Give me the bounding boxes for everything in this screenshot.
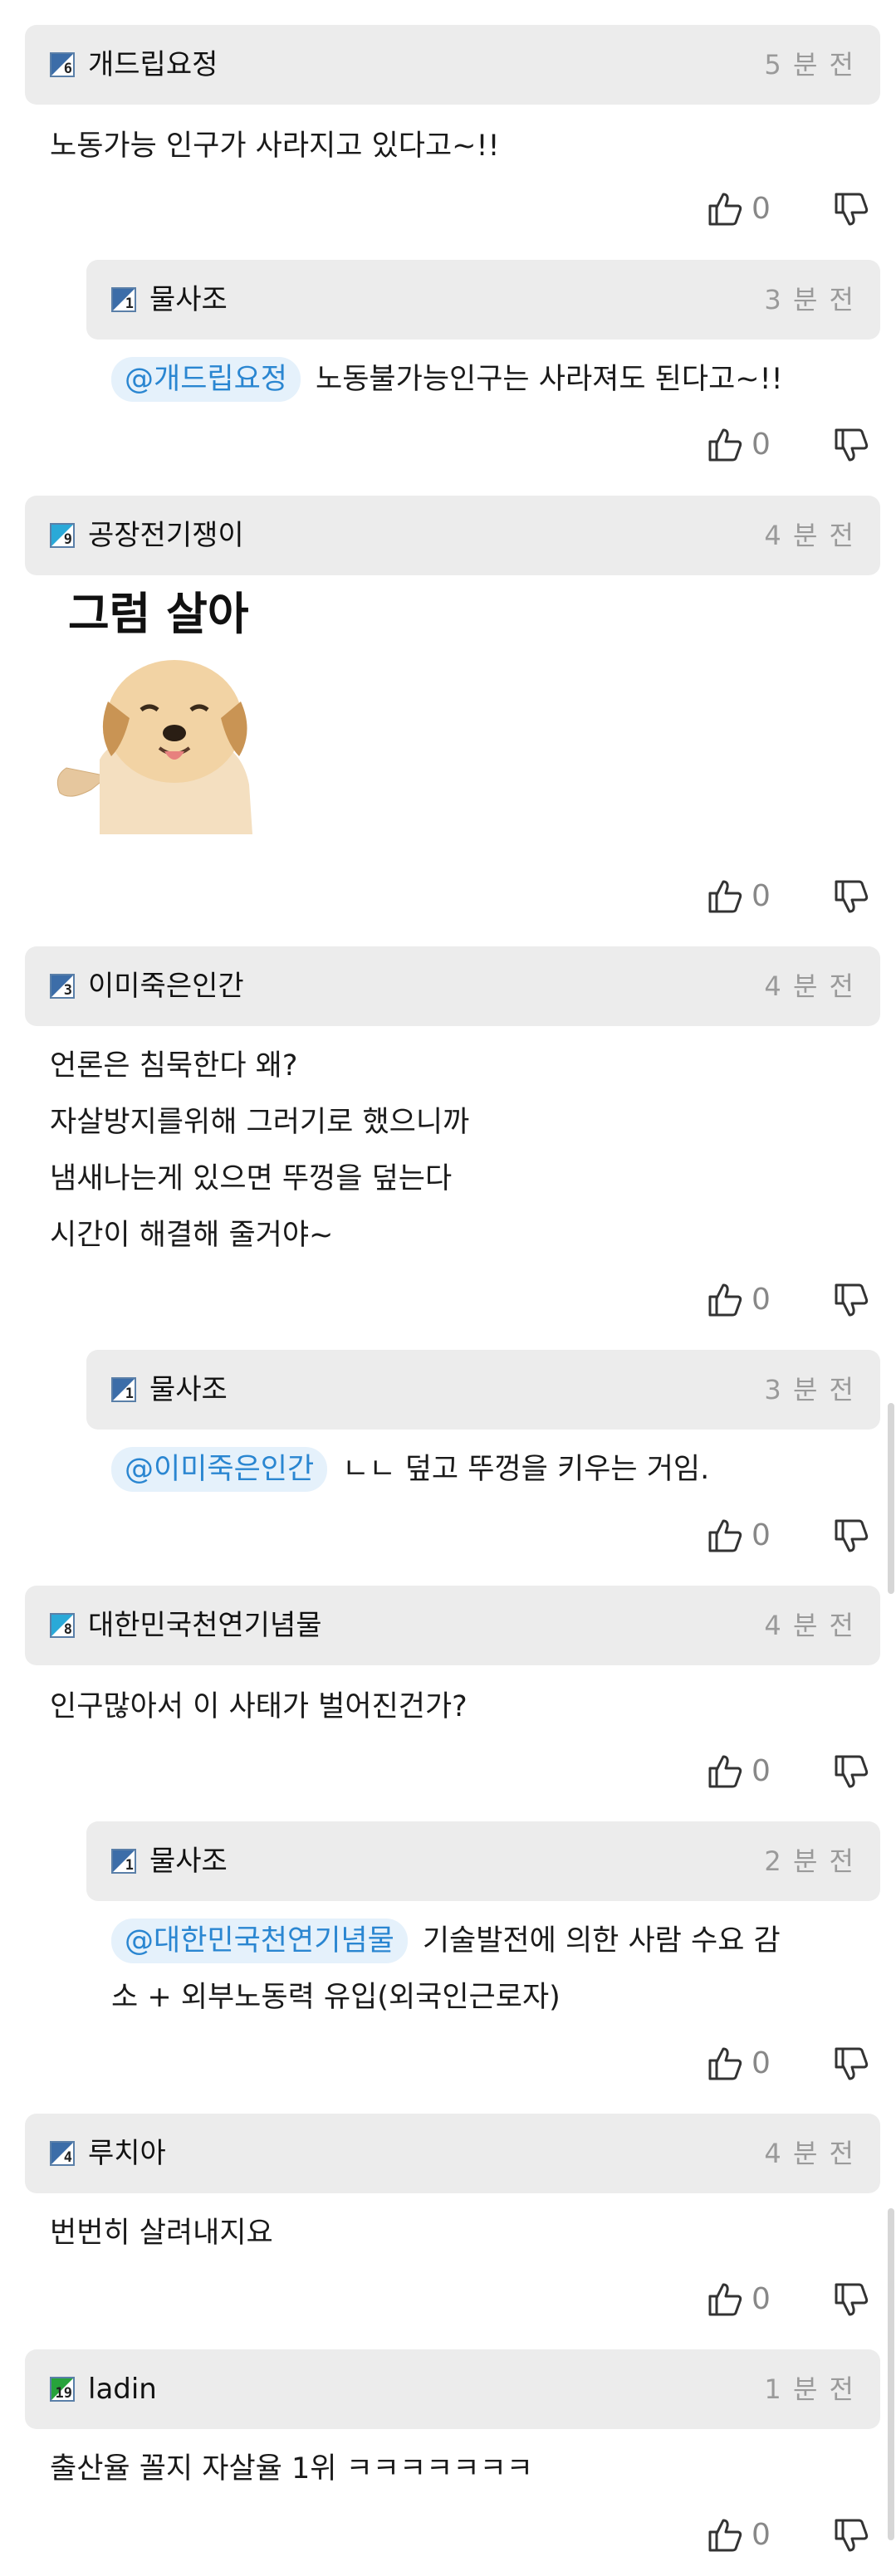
puppy-icon	[56, 660, 252, 834]
scrollbar[interactable]	[888, 1403, 894, 1594]
comment-line: 시간이 해결해 줄거야~	[50, 1219, 334, 1252]
comment-text: 출산율 꼴지 자살율 1위 ㅋㅋㅋㅋㅋㅋㅋ	[50, 2452, 533, 2486]
level-badge-icon: 19	[50, 2377, 75, 2402]
comment-time: 3 분 전	[764, 1374, 855, 1405]
comment-time: 4 분 전	[764, 2138, 855, 2169]
reply-body-continued: 소 + 외부노동력 유입(외국인근로자)	[111, 1981, 561, 2014]
sticker-caption: 그럼 살아	[68, 588, 249, 640]
author-name[interactable]: 물사조	[149, 278, 228, 321]
vote-bar: 0	[705, 872, 871, 921]
comment-header: 6 개드립요정 5 분 전	[25, 25, 880, 105]
author-name[interactable]: ladin	[88, 2368, 157, 2411]
author-name[interactable]: 물사조	[149, 1368, 228, 1411]
like-count: 0	[752, 2282, 771, 2316]
author-name[interactable]: 루치아	[88, 2132, 166, 2175]
mention-tag[interactable]: @개드립요정	[111, 357, 301, 402]
comment-text: 노동가능 인구가 사라지고 있다고~!!	[50, 130, 500, 163]
like-count: 0	[752, 2518, 771, 2552]
like-count: 0	[752, 1283, 771, 1317]
like-count: 0	[752, 428, 771, 462]
thumbs-down-icon[interactable]	[831, 1280, 871, 1320]
dog-sticker-image: 그럼 살아	[50, 585, 299, 834]
thumbs-up-icon[interactable]	[705, 1752, 745, 1791]
level-badge-icon: 8	[50, 1613, 75, 1638]
vote-bar: 0	[705, 2039, 871, 2089]
comment-header: 9 공장전기쟁이 4 분 전	[25, 496, 880, 575]
vote-bar: 0	[705, 2275, 871, 2324]
thumbs-up-icon[interactable]	[705, 2515, 745, 2555]
like-count: 0	[752, 192, 771, 226]
thumbs-up-icon[interactable]	[705, 1516, 745, 1556]
comment-header: 4 루치아 4 분 전	[25, 2114, 880, 2193]
thumbs-down-icon[interactable]	[831, 2515, 871, 2555]
thumbs-up-icon[interactable]	[705, 2044, 745, 2084]
vote-bar: 0	[705, 420, 871, 470]
comment-text: 번번히 살려내지요	[50, 2217, 273, 2250]
author-name[interactable]: 공장전기쟁이	[88, 514, 244, 557]
vote-bar: 0	[705, 2510, 871, 2560]
comment-line: 자살방지를위해 그러기로 했으니까	[50, 1106, 470, 1139]
mention-tag[interactable]: @이미죽은인간	[111, 1447, 328, 1492]
author-name[interactable]: 이미죽은인간	[88, 965, 244, 1008]
level-badge-icon: 1	[111, 287, 136, 312]
comment-time: 1 분 전	[764, 2373, 855, 2405]
level-badge-icon: 1	[111, 1849, 136, 1874]
comment-time: 4 분 전	[764, 970, 855, 1002]
reply-text: @대한민국천연기념물 기술발전에 의한 사람 수요 감 소 + 외부노동력 유입(…	[111, 1913, 867, 2026]
thumbs-down-icon[interactable]	[831, 1516, 871, 1556]
thumbs-up-icon[interactable]	[705, 425, 745, 465]
comment-header: 19 ladin 1 분 전	[25, 2349, 880, 2429]
thumbs-up-icon[interactable]	[705, 2280, 745, 2319]
comment-text: 인구많아서 이 사태가 벌어진건가?	[50, 1690, 468, 1723]
thumbs-down-icon[interactable]	[831, 425, 871, 465]
comment-line: 언론은 침묵한다 왜?	[50, 1049, 298, 1083]
level-badge-icon: 9	[50, 523, 75, 548]
comment-line: 냄새나는게 있으면 뚜껑을 덮는다	[50, 1162, 453, 1195]
reply-text: @이미죽은인간 ㄴㄴ 덮고 뚜껑을 키우는 거임.	[111, 1441, 709, 1498]
vote-bar: 0	[705, 1511, 871, 1561]
reply-body: 기술발전에 의한 사람 수요 감	[422, 1924, 781, 1958]
thumbs-down-icon[interactable]	[831, 189, 871, 229]
thumbs-up-icon[interactable]	[705, 1280, 745, 1320]
thumbs-down-icon[interactable]	[831, 2280, 871, 2319]
thumbs-up-icon[interactable]	[705, 877, 745, 917]
comment-time: 4 분 전	[764, 1610, 855, 1641]
level-badge-icon: 4	[50, 2141, 75, 2166]
thumbs-down-icon[interactable]	[831, 877, 871, 917]
reply-header: 1 물사조 3 분 전	[86, 1350, 880, 1430]
comment-header: 3 이미죽은인간 4 분 전	[25, 946, 880, 1026]
level-badge-icon: 3	[50, 974, 75, 999]
reply-header: 1 물사조 3 분 전	[86, 260, 880, 340]
reply-body: ㄴㄴ 덮고 뚜껑을 키우는 거임.	[342, 1453, 710, 1486]
reply-header: 1 물사조 2 분 전	[86, 1821, 880, 1901]
like-count: 0	[752, 1518, 771, 1552]
mention-tag[interactable]: @대한민국천연기념물	[111, 1919, 408, 1963]
author-name[interactable]: 대한민국천연기념물	[88, 1604, 322, 1647]
reply-text: @개드립요정 노동불가능인구는 사라져도 된다고~!!	[111, 351, 783, 408]
vote-bar: 0	[705, 184, 871, 234]
author-name[interactable]: 물사조	[149, 1840, 228, 1883]
thumbs-down-icon[interactable]	[831, 1752, 871, 1791]
thumbs-up-icon[interactable]	[705, 189, 745, 229]
vote-bar: 0	[705, 1275, 871, 1325]
like-count: 0	[752, 2046, 771, 2080]
reply-body: 노동불가능인구는 사라져도 된다고~!!	[316, 363, 783, 396]
author-name[interactable]: 개드립요정	[88, 43, 218, 86]
level-badge-icon: 1	[111, 1377, 136, 1402]
like-count: 0	[752, 879, 771, 913]
comment-time: 4 분 전	[764, 520, 855, 551]
thumbs-down-icon[interactable]	[831, 2044, 871, 2084]
vote-bar: 0	[705, 1747, 871, 1796]
comment-time: 3 분 전	[764, 284, 855, 315]
scrollbar[interactable]	[888, 2208, 894, 2540]
like-count: 0	[752, 1754, 771, 1788]
comment-time: 2 분 전	[764, 1845, 855, 1877]
comment-header: 8 대한민국천연기념물 4 분 전	[25, 1586, 880, 1665]
comment-time: 5 분 전	[764, 49, 855, 81]
comment-text: 언론은 침묵한다 왜? 자살방지를위해 그러기로 했으니까 냄새나는게 있으면 …	[50, 1038, 469, 1264]
level-badge-icon: 6	[50, 52, 75, 77]
